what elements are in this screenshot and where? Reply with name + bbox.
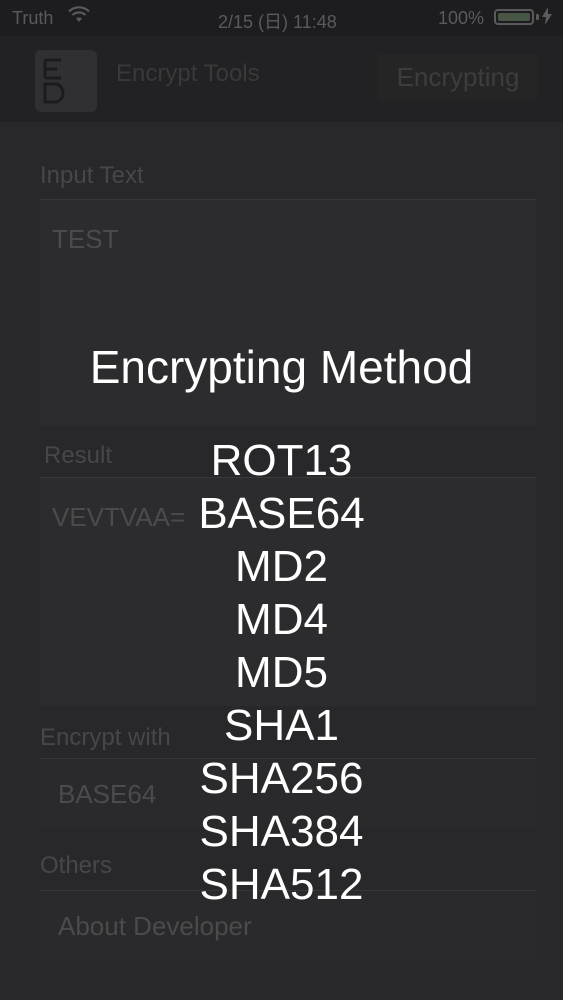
method-option-md4[interactable]: MD4 (0, 593, 563, 646)
method-picker-overlay[interactable]: Encrypting Method ROT13 BASE64 MD2 MD4 MD5 SH… (0, 0, 563, 1000)
method-option-sha1[interactable]: SHA1 (0, 699, 563, 752)
method-option-sha256[interactable]: SHA256 (0, 752, 563, 805)
method-option-sha384[interactable]: SHA384 (0, 805, 563, 858)
method-option-sha512[interactable]: SHA512 (0, 858, 563, 911)
method-option-rot13[interactable]: ROT13 (0, 434, 563, 487)
method-list: ROT13 BASE64 MD2 MD4 MD5 SHA1 SHA256 SHA384 SHA5… (0, 434, 563, 911)
method-picker-title: Encrypting Method (89, 341, 474, 393)
method-option-md2[interactable]: MD2 (0, 540, 563, 593)
method-option-base64[interactable]: BASE64 (0, 487, 563, 540)
app-screen: Truth 2/15 (日) 11:48 100% Encrypt Tools … (0, 0, 563, 1000)
method-option-md5[interactable]: MD5 (0, 646, 563, 699)
